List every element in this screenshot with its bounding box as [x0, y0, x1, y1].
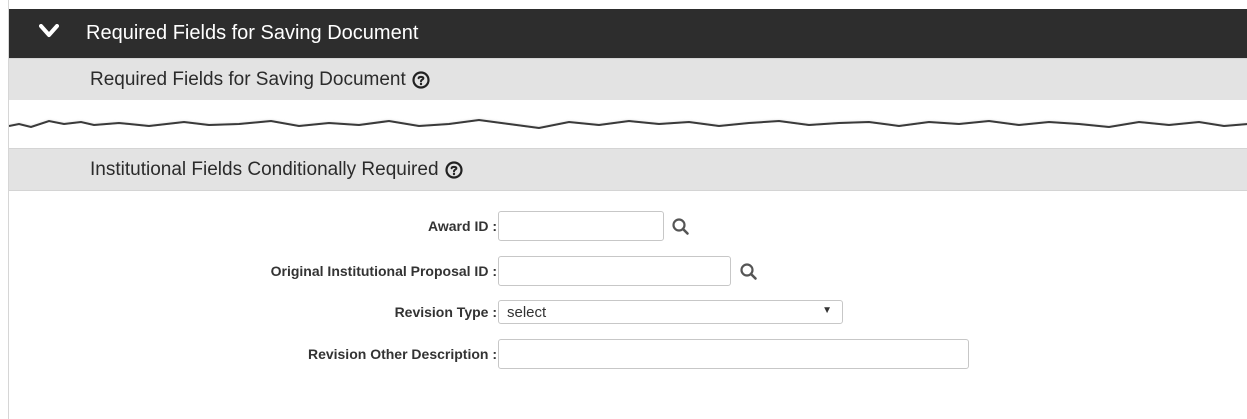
panel-title: Required Fields for Saving Document — [86, 22, 419, 44]
form-row-award-id: Award ID : — [9, 211, 1247, 243]
subsection-institutional-fields: Institutional Fields Conditionally Requi… — [9, 148, 1247, 191]
chevron-down-icon[interactable] — [39, 24, 59, 38]
revision-other-description-input[interactable] — [498, 339, 969, 369]
original-ip-id-input[interactable] — [498, 256, 731, 286]
panel-header[interactable]: Required Fields for Saving Document — [9, 9, 1247, 58]
subsection-title: Institutional Fields Conditionally Requi… — [90, 159, 439, 180]
award-id-input[interactable] — [498, 211, 664, 241]
torn-edge-divider — [9, 100, 1247, 149]
dropdown-arrow-icon: ▼ — [822, 305, 832, 316]
help-circle-icon[interactable] — [412, 71, 430, 89]
search-icon[interactable] — [736, 259, 762, 285]
document-panel: Required Fields for Saving Document Requ… — [8, 0, 1247, 419]
help-circle-icon[interactable] — [444, 161, 463, 179]
subsection-title: Required Fields for Saving Document — [90, 69, 406, 90]
award-id-label: Award ID : — [428, 218, 497, 234]
revision-type-select[interactable]: select ▼ — [498, 300, 843, 324]
form-row-revision-other-description: Revision Other Description : — [9, 339, 1247, 371]
form-row-revision-type: Revision Type : select ▼ — [9, 300, 1247, 332]
revision-type-selected: select — [507, 304, 547, 321]
form-row-original-ip-id: Original Institutional Proposal ID : — [9, 256, 1247, 288]
subsection-required-fields: Required Fields for Saving Document — [9, 58, 1247, 101]
revision-other-description-label: Revision Other Description : — [307, 346, 497, 362]
revision-type-label: Revision Type : — [394, 304, 497, 320]
original-ip-id-label: Original Institutional Proposal ID : — [270, 263, 497, 279]
search-icon[interactable] — [668, 214, 694, 240]
